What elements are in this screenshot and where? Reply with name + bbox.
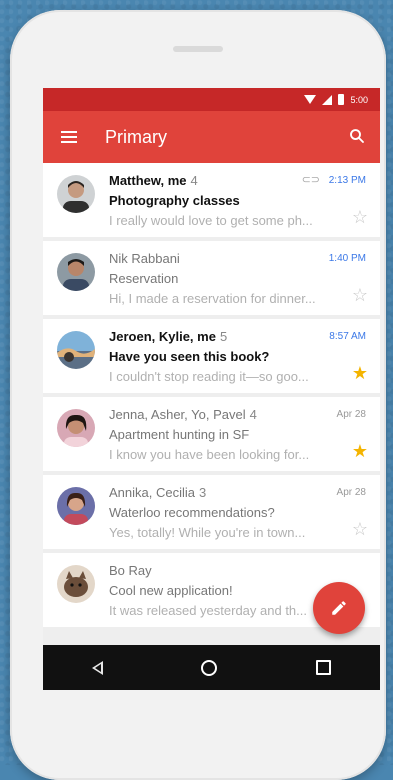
wifi-icon — [304, 95, 317, 104]
email-time: 8:57 AM — [329, 331, 366, 342]
email-subject: Apartment hunting in SF — [109, 427, 250, 442]
email-sender: Jeroen, Kylie, me 5 — [109, 329, 228, 344]
thread-count: 4 — [190, 173, 198, 188]
home-icon[interactable] — [201, 659, 218, 676]
email-snippet: Hi, I made a reservation for dinner... — [109, 291, 316, 306]
thread-count: 5 — [219, 329, 228, 344]
email-snippet: I couldn't stop reading it—so goo... — [109, 369, 309, 384]
email-sender: Nik Rabbani — [109, 251, 180, 266]
avatar — [57, 175, 95, 213]
status-bar: 5:00 — [43, 88, 380, 111]
email-sender: Bo Ray — [109, 563, 152, 578]
star-icon[interactable]: ★ — [352, 441, 368, 462]
email-subject: Waterloo recommendations? — [109, 505, 275, 520]
email-item[interactable]: Annika, Cecilia 3 Apr 28 Waterloo recomme… — [43, 475, 380, 553]
email-item[interactable]: Nik Rabbani 1:40 PM Reservation Hi, I ma… — [43, 241, 380, 319]
avatar — [57, 331, 95, 369]
email-subject: Reservation — [109, 271, 179, 286]
paperclip-icon: ⊂⊃ — [301, 174, 320, 186]
email-subject: Have you seen this book? — [109, 349, 270, 364]
thread-count: 3 — [199, 485, 207, 500]
signal-icon — [322, 94, 333, 105]
phone-speaker — [173, 46, 223, 52]
email-snippet: It was released yesterday and th... — [109, 603, 307, 618]
email-item[interactable]: Matthew, me 4 ⊂⊃ 2:13 PM Photography clas… — [43, 163, 380, 241]
search-icon[interactable] — [348, 127, 366, 145]
avatar — [57, 409, 95, 447]
email-snippet: I really would love to get some ph... — [109, 213, 313, 228]
battery-icon — [338, 94, 345, 105]
android-nav-bar — [43, 645, 380, 690]
recent-apps-icon[interactable] — [315, 660, 331, 675]
avatar — [57, 565, 95, 603]
status-time: 5:00 — [350, 94, 368, 105]
avatar — [57, 253, 95, 291]
star-icon[interactable]: ★ — [352, 363, 368, 384]
pencil-icon — [332, 601, 346, 615]
email-sender: Annika, Cecilia 3 — [109, 485, 207, 500]
email-snippet: I know you have been looking for... — [109, 447, 310, 462]
page-title: Primary — [105, 127, 167, 147]
email-list: Matthew, me 4 ⊂⊃ 2:13 PM Photography clas… — [43, 163, 380, 645]
email-sender: Matthew, me 4 — [109, 173, 198, 188]
app-bar: Primary — [43, 111, 380, 163]
email-item[interactable]: Jenna, Asher, Yo, Pavel 4 Apr 28 Apartmen… — [43, 397, 380, 475]
email-time: Apr 28 — [336, 487, 366, 498]
phone-frame: 5:00 Primary Matthew, me 4 ⊂⊃ 2:13 PM Pho… — [10, 10, 386, 780]
star-icon[interactable]: ☆ — [352, 519, 368, 540]
email-snippet: Yes, totally! While you're in town... — [109, 525, 306, 540]
email-subject: Cool new application! — [109, 583, 233, 598]
email-time: 2:13 PM — [328, 175, 366, 186]
compose-button[interactable] — [313, 582, 365, 634]
star-icon[interactable]: ☆ — [352, 285, 368, 306]
star-icon[interactable]: ☆ — [352, 207, 368, 228]
email-time: Apr 28 — [336, 409, 366, 420]
email-item[interactable]: Jeroen, Kylie, me 5 8:57 AM Have you seen… — [43, 319, 380, 397]
email-subject: Photography classes — [109, 193, 240, 208]
email-sender: Jenna, Asher, Yo, Pavel 4 — [109, 407, 257, 422]
menu-icon[interactable] — [61, 131, 77, 143]
email-time: 1:40 PM — [328, 253, 366, 264]
thread-count: 4 — [249, 407, 257, 422]
avatar — [57, 487, 95, 525]
back-icon[interactable] — [92, 660, 104, 675]
